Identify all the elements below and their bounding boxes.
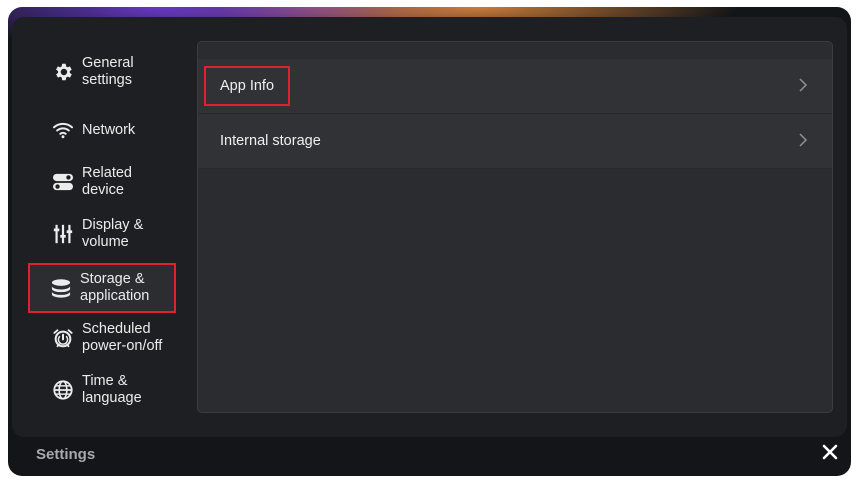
gear-icon: [52, 61, 74, 83]
sidebar-item-network[interactable]: Network: [30, 107, 180, 153]
sidebar-item-label: Display & volume: [82, 217, 144, 250]
sidebar-item-label: Related device: [82, 165, 132, 198]
sidebar-item-label: Time & language: [82, 373, 142, 406]
selection-highlight: [204, 66, 290, 106]
chevron-right-icon: [798, 133, 808, 147]
alarm-clock-icon: [52, 327, 74, 349]
sidebar-item-label: Network: [82, 121, 136, 138]
sidebar: General settings Network Related device …: [12, 17, 198, 437]
sidebar-item-related-device[interactable]: Related device: [30, 159, 180, 205]
list-item-internal-storage[interactable]: Internal storage: [198, 114, 832, 169]
settings-window: General settings Network Related device …: [8, 7, 851, 476]
storage-content-card: App Info Internal storage: [197, 41, 833, 413]
sliders-icon: [52, 223, 74, 245]
toggle-device-icon: [52, 171, 74, 193]
wifi-icon: [52, 119, 74, 141]
storage-icon: [50, 277, 72, 299]
chevron-right-icon: [798, 78, 808, 92]
settings-panel: General settings Network Related device …: [12, 17, 847, 437]
sidebar-item-display-volume[interactable]: Display & volume: [30, 211, 180, 257]
sidebar-item-label: Storage & application: [80, 271, 150, 304]
sidebar-item-label: Scheduled power-on/off: [82, 321, 163, 354]
close-icon: [822, 444, 838, 465]
sidebar-item-storage-application[interactable]: Storage & application: [28, 263, 176, 313]
list-item-app-info[interactable]: App Info: [198, 59, 832, 114]
sidebar-item-time-language[interactable]: Time & language: [30, 367, 180, 413]
sidebar-item-general-settings[interactable]: General settings: [30, 49, 180, 95]
sidebar-item-label: General settings: [82, 55, 134, 88]
close-button[interactable]: [818, 442, 842, 466]
list-item-label: Internal storage: [220, 133, 321, 149]
footer-title: Settings: [36, 446, 96, 463]
globe-icon: [52, 379, 74, 401]
sidebar-item-scheduled-power[interactable]: Scheduled power-on/off: [30, 315, 180, 361]
